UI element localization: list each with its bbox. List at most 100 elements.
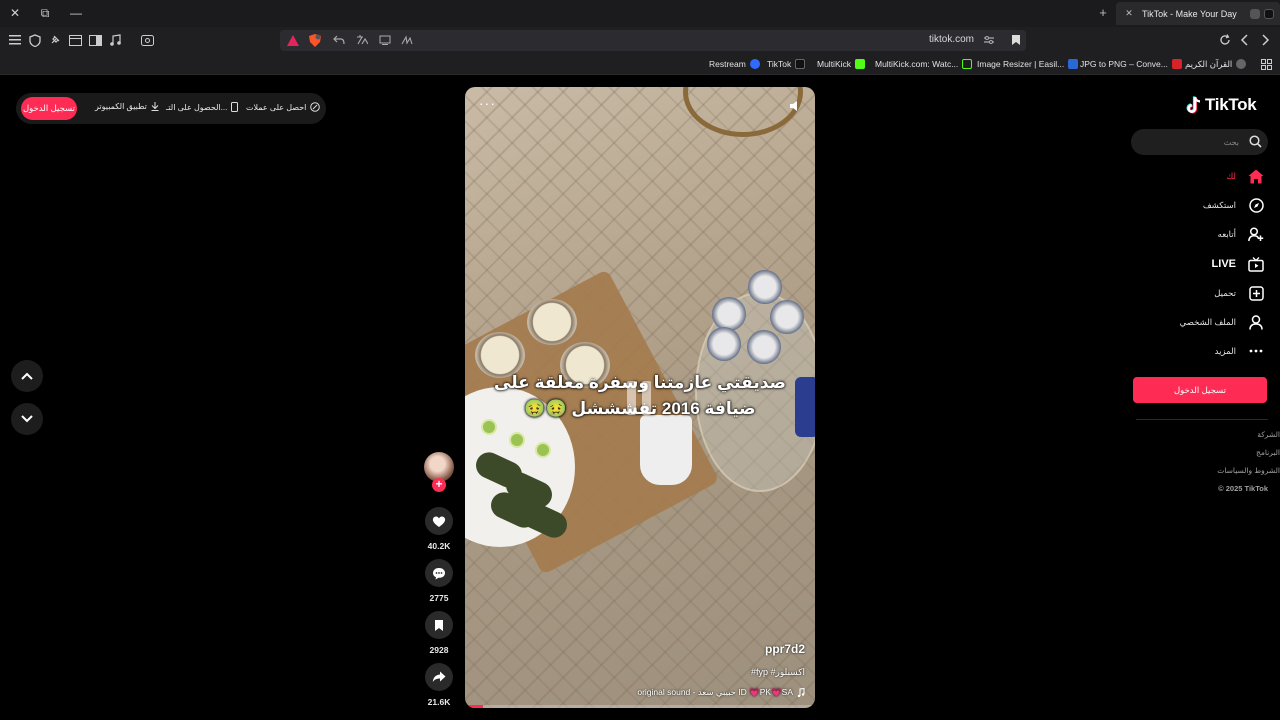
bookmark-icon[interactable] — [1008, 32, 1024, 48]
browser-toolbar: tiktok.com — [0, 27, 1280, 53]
video-frame-lime — [509, 432, 525, 448]
user-follow-icon — [1246, 224, 1266, 244]
sidebar-footer: الشركة البرنامج الشروط والسياسات © 2025 … — [1140, 430, 1280, 510]
login-pill-button[interactable]: تسجيل الدخول — [21, 97, 77, 120]
nav-live[interactable]: LIVE — [1212, 253, 1266, 275]
desktop-app-link[interactable]: تطبيق الكمبيوتر — [95, 102, 159, 111]
share-arrow-icon — [432, 671, 446, 682]
tab-mute-icon[interactable] — [1250, 8, 1260, 19]
globe-favicon-icon — [1236, 59, 1247, 69]
nav-explore[interactable]: استكشف — [1203, 194, 1266, 216]
bookmark-jpg-to-png[interactable]: JPG to PNG – Conve... — [1080, 57, 1182, 71]
bookmark-label: JPG to PNG – Conve... — [1080, 59, 1168, 69]
nav-following[interactable]: أتابعه — [1218, 223, 1266, 245]
tab-close-icon[interactable]: ✕ — [1122, 8, 1136, 19]
get-app-label: الحصول على التـ... — [166, 102, 228, 112]
display-icon[interactable] — [378, 33, 392, 47]
search-icon[interactable] — [1249, 135, 1262, 153]
save-count: 2928 — [429, 645, 449, 655]
desktop-app-label: تطبيق الكمبيوتر — [95, 102, 147, 111]
new-tab-button[interactable]: + — [1096, 5, 1110, 21]
video-sound[interactable]: original sound - حبيبي سعد ID 💗PK💗SA — [637, 687, 805, 698]
screenshot-icon[interactable] — [139, 32, 155, 48]
previous-video-button[interactable] — [11, 360, 43, 392]
profile-icon — [1246, 312, 1266, 332]
video-frame-bowl — [527, 299, 577, 345]
nav-more[interactable]: المزيد — [1215, 340, 1266, 362]
bookmarks-bar: Restream TikTok MultiKick MultiKick.com:… — [0, 53, 1280, 75]
share-button[interactable] — [425, 663, 453, 691]
tabs-icon[interactable] — [67, 32, 83, 48]
nav-upload[interactable]: تحميل — [1214, 282, 1266, 304]
multikick-favicon-icon — [855, 59, 866, 69]
bookmark-restream[interactable]: Restream — [709, 57, 760, 71]
get-app-link[interactable]: الحصول على التـ... — [166, 102, 239, 112]
follow-button[interactable]: + — [432, 478, 446, 492]
footer-copyright: © 2025 TikTok — [1218, 484, 1268, 493]
bookmark-tiktok[interactable]: TikTok — [767, 57, 806, 71]
signature-icon[interactable] — [400, 33, 414, 47]
bookmark-label: MultiKick.com: Watc... — [875, 59, 959, 69]
save-button[interactable] — [425, 611, 453, 639]
video-progress-bar[interactable] — [465, 705, 815, 708]
search-input[interactable] — [1139, 133, 1239, 151]
get-coins-link[interactable]: احصل على عملات — [246, 102, 321, 112]
forward-icon[interactable] — [1257, 32, 1273, 48]
video-frame-can — [707, 327, 741, 361]
phone-icon — [231, 102, 239, 112]
tiktok-logo[interactable]: TikTok — [1186, 95, 1257, 115]
footer-terms-link[interactable]: الشروط والسياسات — [1217, 466, 1280, 475]
address-url[interactable]: tiktok.com — [929, 34, 974, 45]
share-count: 21.6K — [427, 697, 451, 707]
undo-icon[interactable] — [332, 33, 346, 47]
comment-button[interactable] — [425, 559, 453, 587]
shield-icon[interactable] — [27, 32, 43, 48]
volume-icon[interactable] — [789, 99, 801, 117]
brave-shield-icon[interactable] — [308, 33, 322, 47]
bookmark-image-resizer[interactable]: Image Resizer | Easil... — [977, 57, 1079, 71]
address-bar[interactable]: tiktok.com — [280, 30, 1026, 51]
window-minimize-icon[interactable]: — — [66, 4, 86, 22]
window-close-icon[interactable]: ✕ — [5, 4, 25, 22]
brave-rewards-icon[interactable] — [286, 33, 300, 47]
translate-icon[interactable] — [355, 33, 369, 47]
search-box[interactable] — [1131, 129, 1268, 155]
next-video-button[interactable] — [11, 403, 43, 435]
nav-label: الملف الشخصي — [1179, 316, 1236, 327]
back-icon[interactable] — [1237, 32, 1253, 48]
chevron-up-icon — [21, 372, 33, 380]
menu-icon[interactable] — [7, 32, 23, 48]
video-more-options[interactable]: ··· — [479, 95, 496, 111]
active-tab[interactable]: ✕ TikTok - Make Your Day — [1116, 2, 1280, 25]
video-hashtags[interactable]: #fyp #اكسبلور — [751, 667, 805, 678]
site-settings-icon[interactable] — [982, 33, 996, 47]
bookmark-quran[interactable]: القرآن الكريم — [1185, 57, 1247, 71]
tab-title: TikTok - Make Your Day — [1142, 8, 1237, 19]
nav-for-you[interactable]: لك — [1226, 165, 1266, 187]
bookmarks-grid-icon[interactable] — [1261, 57, 1272, 71]
reload-icon[interactable] — [1217, 32, 1233, 48]
top-actions-bar: تسجيل الدخول تطبيق الكمبيوتر الحصول على … — [16, 93, 326, 124]
video-author[interactable]: ppr7d2 — [765, 642, 805, 656]
window-restore-icon[interactable]: ⧉ — [35, 4, 55, 22]
pause-icon[interactable] — [627, 381, 653, 415]
nav-label: استكشف — [1202, 199, 1236, 210]
bookmark-label: القرآن الكريم — [1185, 58, 1233, 69]
sidebar-login-button[interactable]: تسجيل الدخول — [1133, 377, 1267, 403]
bookmark-multikick[interactable]: MultiKick — [817, 57, 866, 71]
music-note-icon[interactable] — [107, 32, 123, 48]
like-count: 40.2K — [427, 541, 451, 551]
video-frame-can — [770, 300, 804, 334]
video-frame-cup — [640, 415, 692, 485]
mk-favicon-icon — [962, 59, 973, 69]
nav-label: المزيد — [1214, 345, 1236, 356]
bookmark-multikick-watch[interactable]: MultiKick.com: Watc... — [875, 57, 973, 71]
footer-company-link[interactable]: الشركة — [1257, 430, 1280, 439]
video-frame-can — [748, 270, 782, 304]
pin-icon[interactable] — [47, 32, 63, 48]
sidebar-toggle-icon[interactable] — [87, 32, 103, 48]
nav-profile[interactable]: الملف الشخصي — [1180, 311, 1266, 333]
like-button[interactable] — [425, 507, 453, 535]
footer-program-link[interactable]: البرنامج — [1256, 448, 1280, 457]
video-player[interactable]: ··· صديقتي عازمتنا وسفرة معلقة على ضيافة… — [465, 87, 815, 708]
